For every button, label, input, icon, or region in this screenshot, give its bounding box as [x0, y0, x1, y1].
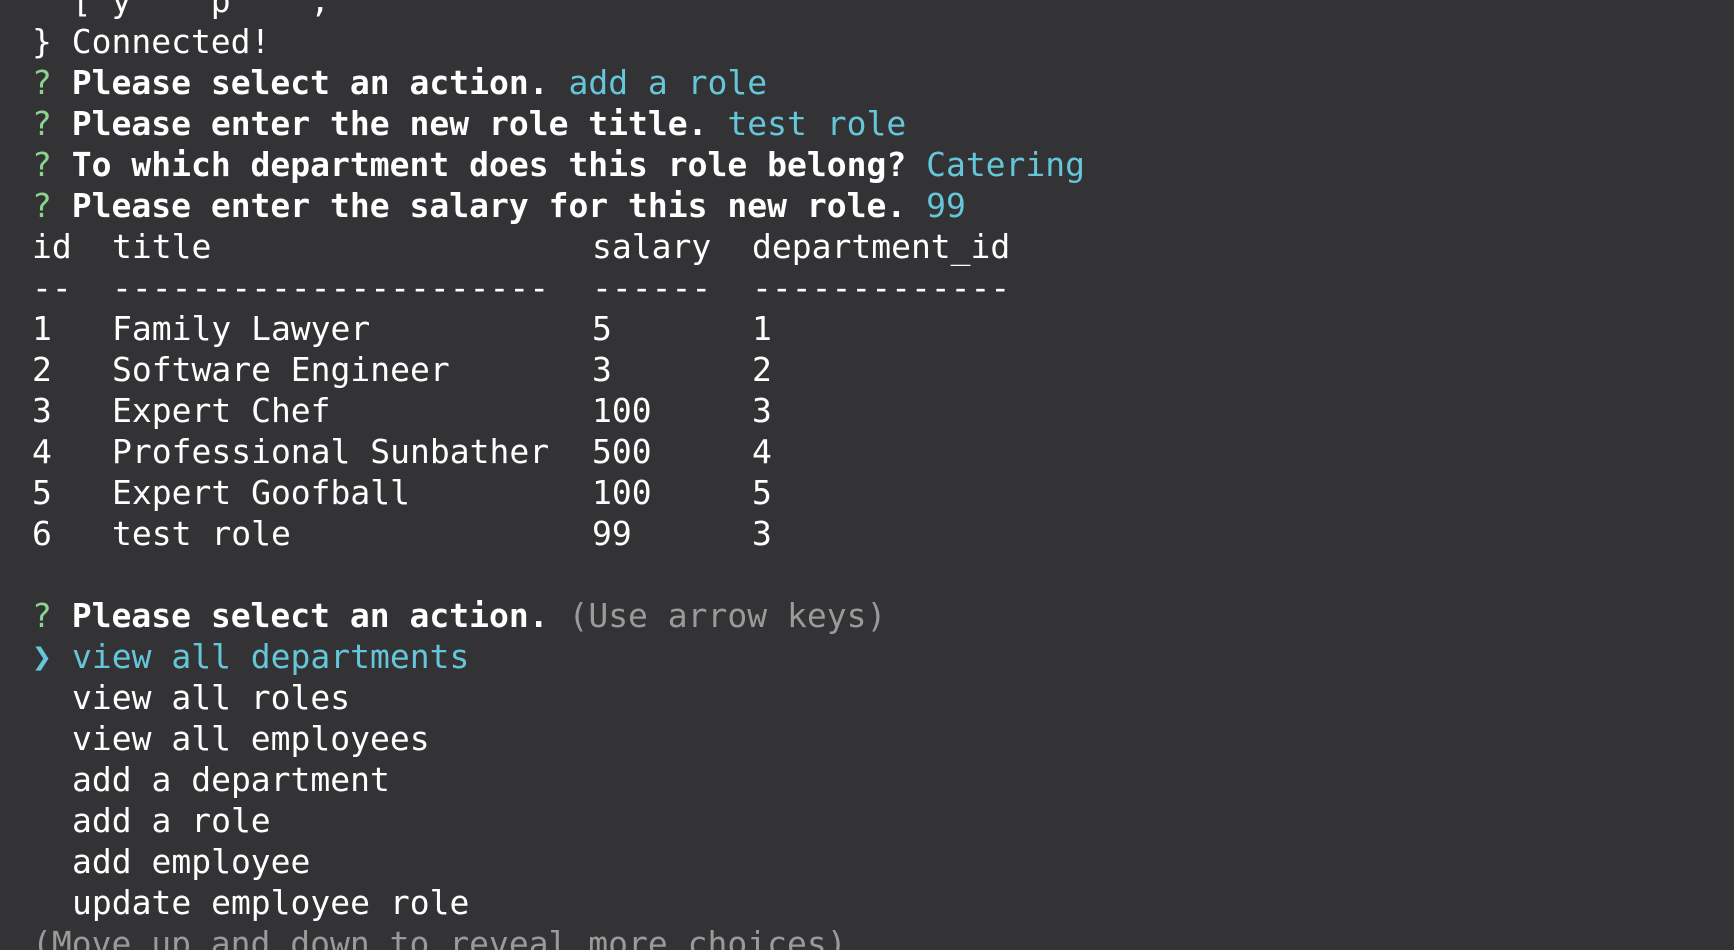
prompt-marker: ? — [32, 145, 52, 184]
table-row: 1 Family Lawyer 5 1 — [32, 308, 1722, 349]
cell-department-id: 3 — [752, 391, 772, 430]
table-row: 5 Expert Goofball 100 5 — [32, 472, 1722, 513]
cell-salary: 99 — [592, 514, 632, 553]
menu-choice-add-role[interactable]: add a role — [32, 800, 1722, 841]
menu-question: Please select an action. — [71, 596, 549, 635]
menu-footer-hint: (Move up and down to reveal more choices… — [32, 924, 847, 950]
prompt-line-department: ? To which department does this role bel… — [32, 144, 1722, 185]
cell-salary: 100 — [592, 473, 652, 512]
terminal-output: [ y p , } Connected! ? Please select an … — [32, 0, 1722, 950]
table-header-salary: salary — [592, 227, 712, 266]
prompt-question: Please select an action. — [71, 63, 549, 102]
choice-label: view all employees — [72, 719, 430, 758]
table-header-department-id: department_id — [752, 227, 1011, 266]
cell-id: 5 — [32, 473, 52, 512]
table-header-row: id title salary department_id — [32, 226, 1722, 267]
cell-salary: 100 — [592, 391, 652, 430]
table-separator-row: -- ---------------------- ------ ----------… — [32, 267, 1722, 308]
cell-salary: 500 — [592, 432, 652, 471]
cell-title: Expert Chef — [112, 391, 331, 430]
cell-department-id: 1 — [752, 309, 772, 348]
prompt-line-action: ? Please select an action. add a role — [32, 62, 1722, 103]
choice-label: add employee — [72, 842, 311, 881]
prompt-marker: ? — [32, 63, 52, 102]
separator-department-id: ------------- — [752, 268, 1011, 307]
truncated-previous-line: [ y p , — [32, 0, 370, 20]
prompt-marker: ? — [32, 596, 52, 635]
table-row: 2 Software Engineer 3 2 — [32, 349, 1722, 390]
cell-id: 4 — [32, 432, 52, 471]
choice-label: add a department — [72, 760, 390, 799]
prompt-question: Please enter the salary for this new rol… — [71, 186, 907, 225]
menu-choice-add-employee[interactable]: add employee — [32, 841, 1722, 882]
menu-hint: (Use arrow keys) — [568, 596, 887, 635]
prompt-answer: add a role — [568, 63, 768, 102]
table-header-id: id — [32, 227, 72, 266]
prompt-answer: test role — [727, 104, 907, 143]
cell-title: Expert Goofball — [112, 473, 411, 512]
separator-salary: ------ — [592, 268, 712, 307]
cell-salary: 3 — [592, 350, 612, 389]
choice-label: add a role — [72, 801, 271, 840]
cell-title: test role — [112, 514, 291, 553]
menu-choice-view-all-roles[interactable]: view all roles — [32, 677, 1722, 718]
cell-id: 1 — [32, 309, 52, 348]
menu-choice-view-all-departments[interactable]: ❯ view all departments — [32, 636, 1722, 677]
cell-title: Software Engineer — [112, 350, 450, 389]
cell-id: 3 — [32, 391, 52, 430]
cell-salary: 5 — [592, 309, 612, 348]
menu-choice-add-department[interactable]: add a department — [32, 759, 1722, 800]
choice-label: view all roles — [72, 678, 351, 717]
separator-id: -- — [32, 268, 72, 307]
table-row: 4 Professional Sunbather 500 4 — [32, 431, 1722, 472]
pointer-icon: ❯ — [32, 637, 52, 676]
menu-choice-update-employee-role[interactable]: update employee role — [32, 882, 1722, 923]
cell-department-id: 4 — [752, 432, 772, 471]
prompt-marker: ? — [32, 104, 52, 143]
prompt-answer: 99 — [926, 186, 966, 225]
cell-department-id: 3 — [752, 514, 772, 553]
choice-label: view all departments — [72, 637, 470, 676]
connected-message: } Connected! — [32, 22, 271, 61]
table-row: 3 Expert Chef 100 3 — [32, 390, 1722, 431]
prompt-answer: Catering — [926, 145, 1086, 184]
prompt-line-salary: ? Please enter the salary for this new r… — [32, 185, 1722, 226]
prompt-marker: ? — [32, 186, 52, 225]
menu-prompt-line: ? Please select an action. (Use arrow ke… — [32, 595, 1722, 636]
choice-label: update employee role — [72, 883, 470, 922]
separator-title: ---------------------- — [112, 268, 550, 307]
prompt-question: Please enter the new role title. — [71, 104, 708, 143]
cell-title: Professional Sunbather — [112, 432, 550, 471]
table-header-title: title — [112, 227, 212, 266]
cell-id: 2 — [32, 350, 52, 389]
prompt-line-title: ? Please enter the new role title. test … — [32, 103, 1722, 144]
cell-department-id: 5 — [752, 473, 772, 512]
menu-choice-view-all-employees[interactable]: view all employees — [32, 718, 1722, 759]
cell-department-id: 2 — [752, 350, 772, 389]
table-row: 6 test role 99 3 — [32, 513, 1722, 554]
prompt-question: To which department does this role belon… — [71, 145, 907, 184]
cell-id: 6 — [32, 514, 52, 553]
cell-title: Family Lawyer — [112, 309, 371, 348]
